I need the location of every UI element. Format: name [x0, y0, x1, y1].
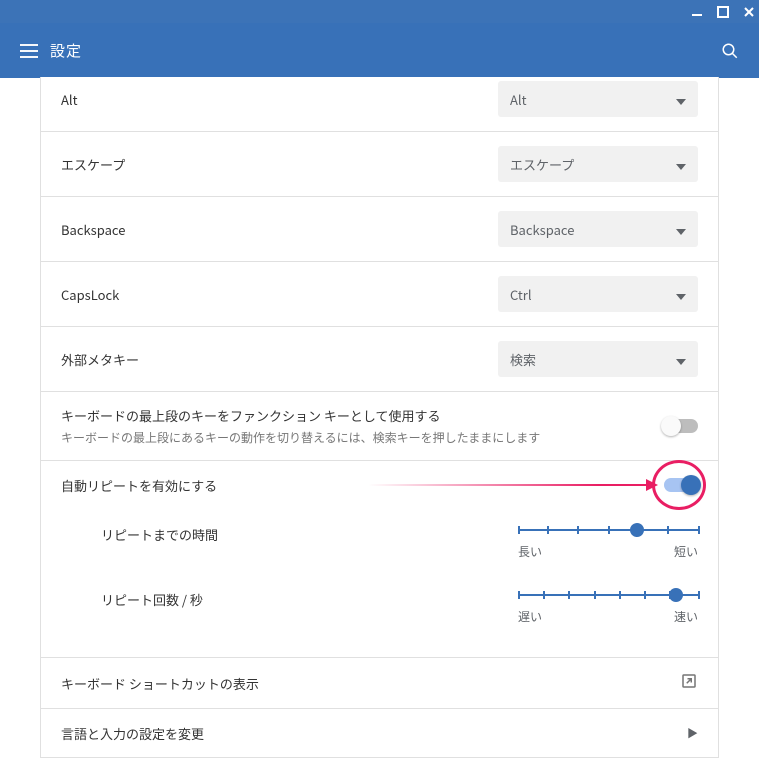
auto-repeat-row: 自動リピートを有効にする [41, 461, 718, 509]
keyboard-shortcuts-link[interactable]: キーボード ショートカットの表示 [41, 658, 718, 709]
chevron-right-icon: ▶ [687, 725, 698, 741]
dropdown-caret-icon [676, 220, 686, 239]
function-keys-row: キーボードの最上段のキーをファンクション キーとして使用する キーボードの最上段… [41, 392, 718, 461]
language-input-link[interactable]: 言語と入力の設定を変更 ▶ [41, 709, 718, 757]
key-remap-select[interactable]: エスケープ [498, 146, 698, 182]
dropdown-caret-icon [676, 285, 686, 304]
repeat-rate-max-label: 速い [674, 608, 698, 625]
repeat-delay-max-label: 短い [674, 543, 698, 560]
key-remap-row: Alt Alt [41, 77, 718, 132]
key-remap-select[interactable]: Ctrl [498, 276, 698, 312]
key-remap-row: 外部メタキー検索 [41, 327, 718, 392]
hamburger-menu-icon[interactable] [10, 32, 48, 70]
annotation-arrow [368, 484, 657, 486]
key-remap-value: Ctrl [510, 285, 532, 304]
key-remap-row: CapsLock Ctrl [41, 262, 718, 327]
repeat-delay-row: リピートまでの時間 [61, 509, 698, 574]
window-maximize-button[interactable] [717, 6, 729, 18]
key-remap-label: CapsLock [61, 285, 498, 304]
repeat-delay-min-label: 長い [518, 543, 542, 560]
key-remap-value: Backspace [510, 220, 574, 239]
repeat-rate-row: リピート回数 / 秒 [61, 574, 698, 639]
appbar: 設定 [0, 23, 759, 78]
repeat-rate-label: リピート回数 / 秒 [61, 588, 441, 609]
function-keys-toggle[interactable] [664, 419, 698, 433]
function-keys-title: キーボードの最上段のキーをファンクション キーとして使用する [61, 406, 664, 425]
key-remap-select[interactable]: Backspace [498, 211, 698, 247]
search-icon[interactable] [711, 32, 749, 70]
key-remap-value: 検索 [510, 350, 536, 369]
key-remap-label: Alt [61, 90, 498, 109]
auto-repeat-toggle[interactable] [664, 478, 698, 492]
keyboard-shortcuts-label: キーボード ショートカットの表示 [61, 674, 680, 693]
settings-content: Alt Alt エスケープエスケープ Backspace Backspace CapsLo… [0, 77, 759, 758]
key-remap-label: エスケープ [61, 155, 498, 174]
repeat-delay-slider[interactable] [518, 523, 698, 537]
key-remap-label: Backspace [61, 220, 498, 239]
key-remap-row: Backspace Backspace [41, 197, 718, 262]
dropdown-caret-icon [676, 90, 686, 109]
repeat-delay-label: リピートまでの時間 [61, 523, 441, 544]
window-minimize-button[interactable] [691, 6, 703, 18]
key-remap-select[interactable]: 検索 [498, 341, 698, 377]
key-remap-value: Alt [510, 90, 527, 109]
key-remap-row: エスケープエスケープ [41, 132, 718, 197]
keyboard-settings-panel: Alt Alt エスケープエスケープ Backspace Backspace CapsLo… [40, 77, 719, 758]
language-input-label: 言語と入力の設定を変更 [61, 724, 687, 743]
dropdown-caret-icon [676, 350, 686, 369]
window-titlebar [0, 0, 759, 23]
page-title: 設定 [50, 40, 82, 61]
auto-repeat-sliders: リピートまでの時間 [41, 509, 718, 658]
key-remap-select[interactable]: Alt [498, 81, 698, 117]
open-external-icon [680, 672, 698, 694]
auto-repeat-title: 自動リピートを有効にする [61, 476, 350, 495]
window-close-button[interactable] [743, 6, 755, 18]
repeat-rate-slider[interactable] [518, 588, 698, 602]
key-remap-value: エスケープ [510, 155, 574, 174]
key-remap-label: 外部メタキー [61, 350, 498, 369]
function-keys-subtitle: キーボードの最上段にあるキーの動作を切り替えるには、検索キーを押したままにします [61, 429, 664, 446]
repeat-rate-min-label: 遅い [518, 608, 542, 625]
dropdown-caret-icon [676, 155, 686, 174]
